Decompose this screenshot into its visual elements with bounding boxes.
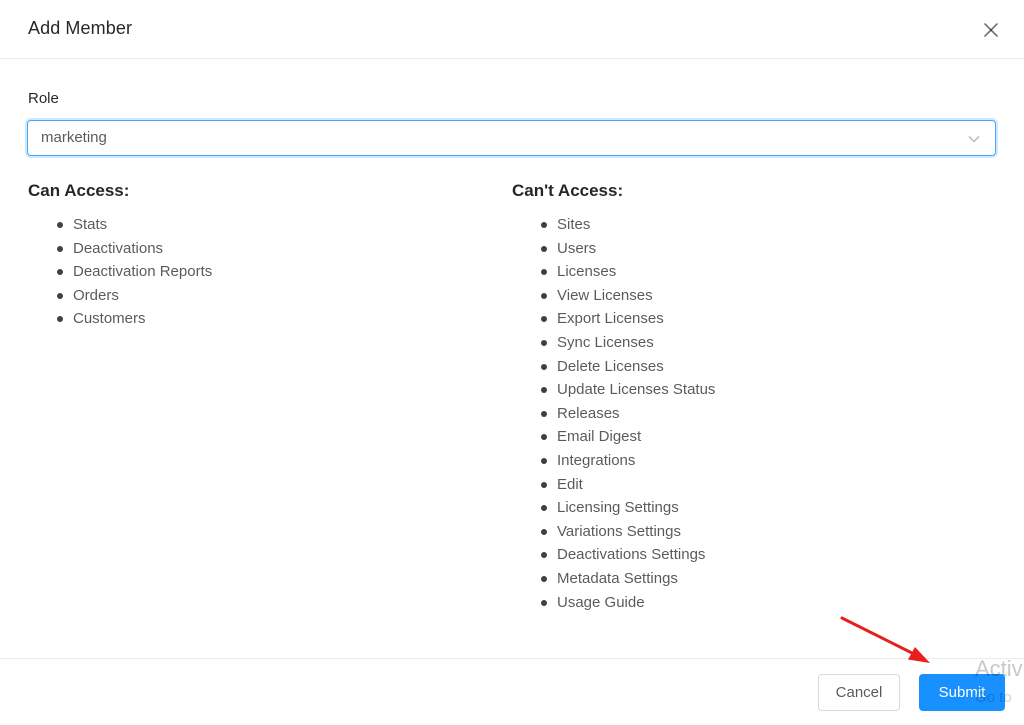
permission-item: Releases bbox=[538, 402, 715, 426]
permission-item: Email Digest bbox=[538, 425, 715, 449]
permission-item: Licenses bbox=[538, 260, 715, 284]
permission-item: Edit bbox=[538, 473, 715, 497]
permission-item: Deactivations Settings bbox=[538, 543, 715, 567]
permission-item: Metadata Settings bbox=[538, 567, 715, 591]
modal-header: Add Member bbox=[0, 0, 1024, 59]
permission-item: Integrations bbox=[538, 449, 715, 473]
permission-item: Usage Guide bbox=[538, 591, 715, 615]
permission-item: Licensing Settings bbox=[538, 496, 715, 520]
chevron-down-icon bbox=[967, 132, 981, 151]
permission-item: Variations Settings bbox=[538, 520, 715, 544]
cant-access-title: Can't Access: bbox=[512, 181, 624, 200]
can-access-title: Can Access: bbox=[28, 181, 130, 200]
submit-button[interactable]: Submit bbox=[919, 674, 1005, 711]
permission-item: Delete Licenses bbox=[538, 355, 715, 379]
permission-item: Sites bbox=[538, 213, 715, 237]
modal-title: Add Member bbox=[28, 18, 133, 38]
permission-item: Sync Licenses bbox=[538, 331, 715, 355]
permission-item: Deactivations bbox=[54, 237, 212, 261]
can-access-list: Stats Deactivations Deactivation Reports Or… bbox=[54, 213, 212, 331]
role-label: Role bbox=[28, 90, 59, 107]
close-icon[interactable] bbox=[980, 19, 1002, 41]
permission-item: Export Licenses bbox=[538, 307, 715, 331]
permission-item: Deactivation Reports bbox=[54, 260, 212, 284]
role-select-value: marketing bbox=[41, 129, 107, 146]
role-select[interactable]: marketing bbox=[27, 120, 996, 156]
permission-item: Orders bbox=[54, 284, 212, 308]
permission-item: Update Licenses Status bbox=[538, 378, 715, 402]
cancel-button[interactable]: Cancel bbox=[818, 674, 900, 711]
permission-item: View Licenses bbox=[538, 284, 715, 308]
permission-item: Customers bbox=[54, 307, 212, 331]
cant-access-list: Sites Users Licenses View Licenses Export Li… bbox=[538, 213, 715, 614]
add-member-modal: Add Member Role marketing Can Access: St… bbox=[0, 0, 1024, 725]
permission-item: Users bbox=[538, 237, 715, 261]
permission-item: Stats bbox=[54, 213, 212, 237]
